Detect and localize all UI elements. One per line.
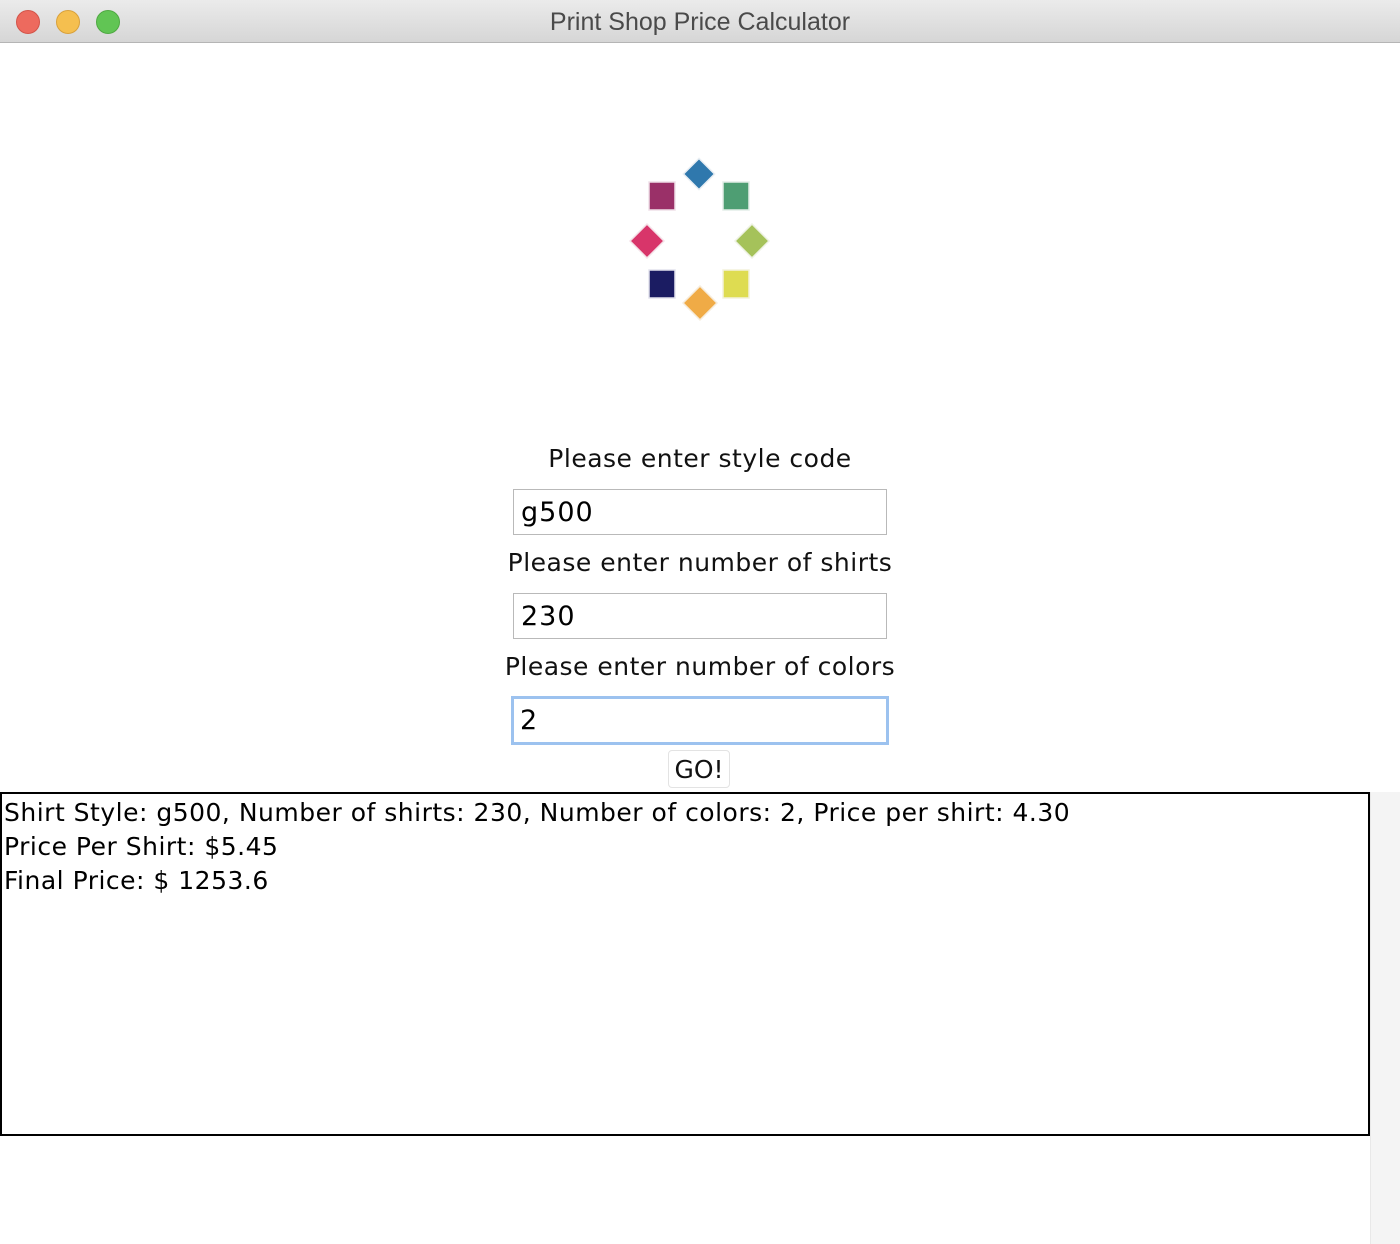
result-line-price-per-shirt: Price Per Shirt: $5.45: [4, 832, 279, 861]
color-swatch-ring-logo: [628, 157, 771, 322]
logo-diamond-left: [628, 222, 666, 260]
shirts-count-label: Please enter number of shirts: [507, 548, 893, 577]
colors-count-label: Please enter number of colors: [504, 652, 896, 681]
results-output-area[interactable]: Shirt Style: g500, Number of shirts: 230…: [0, 792, 1370, 1136]
colors-count-input[interactable]: [511, 696, 889, 745]
style-code-label: Please enter style code: [548, 444, 852, 473]
logo-square-top-right: [722, 181, 750, 211]
logo-diamond-top: [682, 157, 716, 191]
scrollbar-track[interactable]: [1370, 792, 1400, 1244]
title-bar: Print Shop Price Calculator: [0, 0, 1400, 43]
logo-diamond-bottom: [681, 284, 719, 322]
go-button[interactable]: GO!: [668, 750, 730, 788]
logo-square-top-left: [648, 181, 676, 211]
shirts-count-input[interactable]: [513, 593, 887, 639]
result-line-final-price: Final Price: $ 1253.6: [4, 866, 269, 895]
window-title: Print Shop Price Calculator: [549, 8, 851, 36]
logo-square-bottom-right: [722, 269, 750, 299]
app-window: Print Shop Price Calculator Please enter…: [0, 0, 1400, 1244]
result-line-summary: Shirt Style: g500, Number of shirts: 230…: [4, 798, 1071, 827]
style-code-input[interactable]: [513, 489, 887, 535]
logo-diamond-right: [733, 222, 771, 260]
logo-square-bottom-left: [648, 269, 676, 299]
